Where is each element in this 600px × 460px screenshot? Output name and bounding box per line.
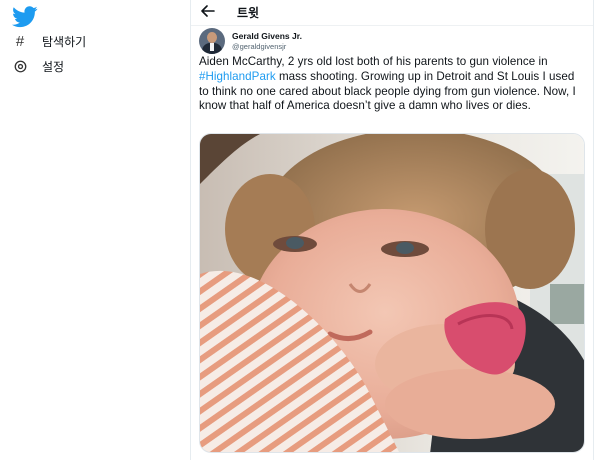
tweet-photo[interactable]: [199, 133, 585, 453]
sidebar-item-label: 탐색하기: [42, 35, 87, 49]
tweet-text: Aiden McCarthy, 2 yrs old lost both of h…: [199, 55, 587, 114]
hashtag-link[interactable]: #HighlandPark: [199, 70, 276, 83]
author-name[interactable]: Gerald Givens Jr.: [232, 31, 302, 41]
tweet-text-part: Aiden McCarthy, 2 yrs old lost both of h…: [199, 55, 548, 68]
tweet-author[interactable]: Gerald Givens Jr. @geraldgivensjr: [199, 28, 302, 54]
sidebar-item-label: 설정: [42, 60, 65, 74]
sidebar-item-explore[interactable]: # 탐색하기: [12, 33, 86, 50]
sidebar: # 탐색하기 설정: [0, 0, 190, 460]
hash-icon: #: [15, 33, 25, 50]
column-divider: [593, 0, 594, 460]
sidebar-item-settings[interactable]: 설정: [12, 58, 64, 75]
main-column: 트윗 Gerald Givens Jr. @geraldgivensjr Aid…: [191, 0, 593, 460]
twitter-bird-icon[interactable]: [12, 6, 38, 28]
author-handle[interactable]: @geraldgivensjr: [232, 42, 302, 51]
avatar[interactable]: [199, 28, 225, 54]
page-title: 트윗: [237, 6, 260, 20]
arrow-left-icon[interactable]: [201, 5, 215, 20]
gear-icon: [12, 59, 28, 75]
page-header: 트윗: [191, 0, 593, 26]
